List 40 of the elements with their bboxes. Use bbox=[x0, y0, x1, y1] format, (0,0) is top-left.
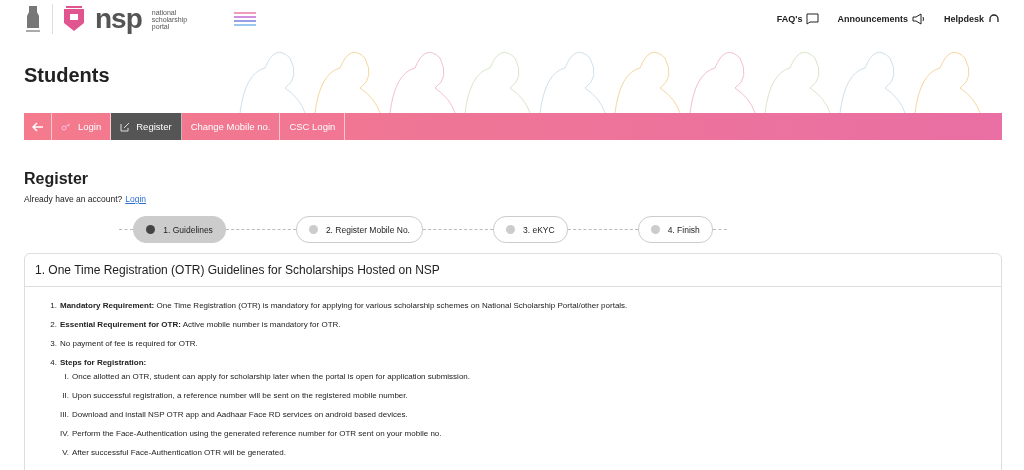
step-pill[interactable]: 1. Guidelines bbox=[133, 216, 226, 243]
login-link[interactable]: Login bbox=[125, 194, 147, 204]
edit-icon bbox=[120, 121, 131, 132]
guideline-text: Perform the Face-Authentication using the generated reference number for OTR sent on your mobile no. bbox=[72, 429, 442, 439]
account-prompt: Already have an account? bbox=[24, 194, 123, 204]
list-number: 1. bbox=[49, 301, 57, 311]
list-number: I. bbox=[63, 372, 69, 382]
chat-icon bbox=[806, 13, 820, 25]
header-link[interactable]: Announcements bbox=[837, 13, 926, 25]
section-title: Register bbox=[24, 170, 90, 188]
list-number: V. bbox=[61, 448, 69, 458]
header-link[interactable]: FAQ's bbox=[776, 13, 820, 25]
list-number: 4. bbox=[49, 358, 57, 368]
step-pill[interactable]: 4. Finish bbox=[637, 216, 713, 243]
card-title: 1. One Time Registration (OTR) Guidelines for Scholarships Hosted on NSP bbox=[25, 254, 1001, 287]
menu-icon[interactable] bbox=[233, 12, 256, 26]
guideline-text: After successful Face-Authentication OTR will be generated. bbox=[72, 448, 286, 458]
step-pill[interactable]: 2. Register Mobile No. bbox=[295, 216, 423, 243]
headset-icon bbox=[988, 13, 1000, 25]
guideline-text: Mandatory Requirement: One Time Registration (OTR) is mandatory for applying for various scholarship schemes on National Scholarship Portal/other portals. bbox=[60, 301, 628, 311]
nav-tab[interactable]: Register bbox=[111, 113, 182, 140]
guideline-text: Steps for Registration: bbox=[60, 358, 147, 368]
page-heading: Students bbox=[24, 64, 110, 87]
step-pill[interactable]: 3. eKYC bbox=[492, 216, 568, 243]
key-icon bbox=[61, 122, 72, 131]
list-number: 3. bbox=[49, 339, 57, 349]
list-number: II. bbox=[61, 391, 69, 401]
list-number: IV. bbox=[58, 429, 69, 439]
megaphone-icon bbox=[911, 13, 926, 25]
list-number: III. bbox=[59, 410, 69, 420]
shield-logo-icon bbox=[63, 6, 85, 32]
list-number: 2. bbox=[49, 320, 57, 330]
guideline-text: No payment of fee is required for OTR. bbox=[60, 339, 198, 349]
logo-text: nsp bbox=[95, 5, 142, 33]
arrow-left-icon bbox=[31, 121, 44, 132]
header-link[interactable]: Helpdesk bbox=[943, 13, 1000, 25]
guideline-text: Essential Requirement for OTR: Active mobile number is mandatory for OTR. bbox=[60, 320, 341, 330]
guideline-text: Once allotted an OTR, student can apply for scholarship later when the portal is open for application submission. bbox=[72, 372, 470, 382]
guideline-text: Upon successful registration, a reference number will be sent on the registered mobile number. bbox=[72, 391, 408, 401]
guideline-text: Download and install NSP OTR app and Aadhaar Face RD services on android based devices. bbox=[72, 410, 408, 420]
